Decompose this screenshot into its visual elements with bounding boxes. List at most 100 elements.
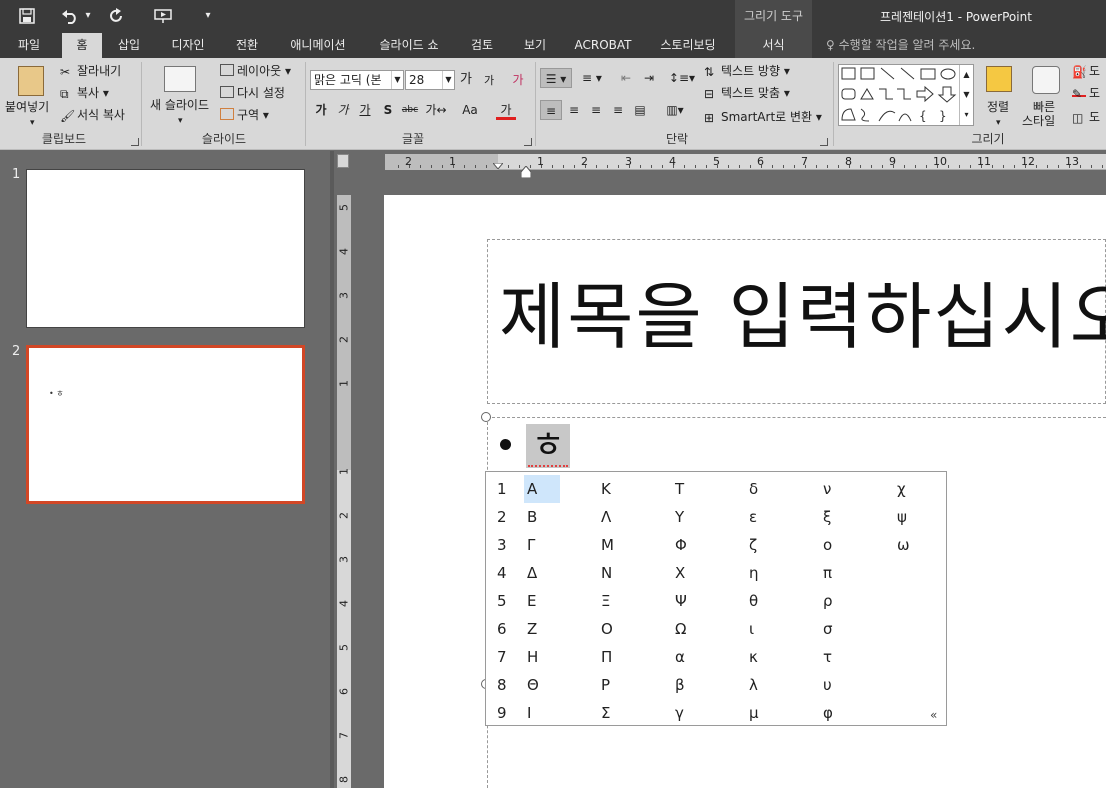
grow-font-button[interactable]: 가	[458, 70, 474, 90]
tab-view[interactable]: 보기	[514, 33, 556, 58]
format-painter-button[interactable]: 🖌 서식 복사	[60, 106, 125, 124]
save-icon[interactable]	[14, 4, 40, 28]
redo-icon[interactable]	[104, 4, 128, 28]
shrink-font-button[interactable]: 가	[482, 71, 496, 91]
candidate-symbol[interactable]: Γ	[524, 531, 560, 559]
convert-smartart-button[interactable]: ⊞ SmartArt로 변환 ▾	[704, 108, 822, 126]
bullets-button[interactable]: ☰ ▾	[540, 68, 572, 88]
columns-button[interactable]: ▥▾	[660, 100, 690, 120]
candidate-symbol[interactable]: φ	[820, 699, 850, 727]
shapes-gallery-scroll[interactable]: ▲ ▼ ▾	[959, 65, 973, 125]
candidate-symbol[interactable]: ν	[820, 475, 850, 503]
ime-composing-character[interactable]: ㅎ	[526, 424, 570, 468]
tab-transitions[interactable]: 전환	[226, 33, 268, 58]
change-case-button[interactable]: Aa	[455, 100, 485, 120]
candidate-symbol[interactable]: χ	[894, 475, 924, 503]
candidate-symbol[interactable]: Μ	[598, 531, 628, 559]
tab-storyboarding[interactable]: 스토리보딩	[650, 33, 726, 58]
candidate-symbol[interactable]: ψ	[894, 503, 924, 531]
candidate-symbol[interactable]: Η	[524, 643, 560, 671]
candidate-symbol[interactable]: Δ	[524, 559, 560, 587]
align-center-icon[interactable]: ≡	[564, 100, 584, 120]
text-direction-button[interactable]: ⇅ 텍스트 방향 ▾	[704, 62, 790, 80]
bold-button[interactable]: 가	[314, 100, 328, 120]
tab-animations[interactable]: 애니메이션	[282, 33, 354, 58]
candidate-symbol[interactable]: Τ	[672, 475, 702, 503]
new-slide-dropdown-icon[interactable]: ▾	[178, 112, 183, 130]
candidate-symbol[interactable]: ω	[894, 531, 924, 559]
candidate-symbol[interactable]: Θ	[524, 671, 560, 699]
candidate-symbol[interactable]: Β	[524, 503, 560, 531]
candidate-symbol[interactable]: Υ	[672, 503, 702, 531]
candidate-symbol[interactable]: Φ	[672, 531, 702, 559]
candidate-symbol[interactable]: Ε	[524, 587, 560, 615]
candidate-symbol[interactable]: ο	[820, 531, 850, 559]
align-right-icon[interactable]: ≡	[586, 100, 606, 120]
tab-design[interactable]: 디자인	[162, 33, 214, 58]
candidate-symbol[interactable]: υ	[820, 671, 850, 699]
slide-thumbnail-2[interactable]: • ㅎ	[26, 345, 305, 504]
paste-icon[interactable]	[18, 66, 44, 96]
candidate-symbol[interactable]: δ	[746, 475, 776, 503]
font-dialog-launcher[interactable]	[524, 138, 532, 146]
present-from-start-icon[interactable]	[150, 4, 178, 28]
align-left-icon[interactable]: ≡	[540, 100, 562, 120]
tab-file[interactable]: 파일	[8, 33, 50, 58]
candidate-symbol[interactable]: μ	[746, 699, 776, 727]
paste-button[interactable]: 붙여넣기	[5, 98, 49, 116]
shape-outline-button[interactable]: ✎ 도	[1072, 84, 1100, 102]
candidate-symbol[interactable]: Α	[524, 475, 560, 503]
candidate-symbol[interactable]: π	[820, 559, 850, 587]
undo-icon[interactable]	[58, 4, 82, 28]
candidate-symbol[interactable]: Λ	[598, 503, 628, 531]
quick-styles-icon[interactable]	[1032, 66, 1060, 94]
text-shadow-button[interactable]: S	[381, 100, 395, 120]
candidate-symbol[interactable]: Ρ	[598, 671, 628, 699]
shape-effects-button[interactable]: ◫ 도	[1072, 108, 1100, 126]
font-name-combo[interactable]: 맑은 고딕 (본 ▼	[310, 70, 404, 90]
tab-review[interactable]: 검토	[462, 33, 502, 58]
candidate-symbol[interactable]: Ν	[598, 559, 628, 587]
clipboard-dialog-launcher[interactable]	[131, 138, 139, 146]
italic-button[interactable]: 가	[336, 100, 350, 120]
distributed-icon[interactable]: ▤	[630, 100, 650, 120]
candidate-symbol[interactable]: Ο	[598, 615, 628, 643]
candidate-symbol[interactable]: λ	[746, 671, 776, 699]
candidate-symbol[interactable]: ζ	[746, 531, 776, 559]
tab-home[interactable]: 홈	[62, 33, 102, 58]
font-name-dropdown-icon[interactable]: ▼	[391, 71, 403, 89]
customize-qat-icon[interactable]: ▾	[200, 4, 216, 28]
candidate-symbol[interactable]: Ζ	[524, 615, 560, 643]
clear-formatting-button[interactable]: 가	[509, 70, 527, 90]
candidate-symbol[interactable]: γ	[672, 699, 702, 727]
section-button[interactable]: 구역 ▾	[220, 106, 269, 124]
candidate-symbol[interactable]: Ψ	[672, 587, 702, 615]
decrease-indent-icon[interactable]: ⇤	[617, 68, 635, 88]
candidate-symbol[interactable]: Σ	[598, 699, 628, 727]
quick-styles-label-2[interactable]: 스타일	[1022, 112, 1055, 130]
tell-me-box[interactable]: ♀ 수행할 작업을 알려 주세요.	[826, 33, 975, 58]
shape-fill-button[interactable]: ⛽ 도	[1072, 62, 1100, 80]
candidate-symbol[interactable]: β	[672, 671, 702, 699]
undo-dropdown-icon[interactable]: ▾	[82, 4, 94, 28]
candidate-symbol[interactable]: Ι	[524, 699, 560, 727]
new-slide-icon[interactable]	[164, 66, 196, 92]
candidate-symbol[interactable]: σ	[820, 615, 850, 643]
tab-stop-selector[interactable]	[337, 154, 349, 168]
first-line-indent-marker[interactable]	[491, 154, 505, 170]
font-size-dropdown-icon[interactable]: ▼	[442, 71, 454, 89]
tab-acrobat[interactable]: ACROBAT	[568, 33, 638, 58]
numbering-button[interactable]: ≡ ▾	[576, 68, 608, 88]
candidate-symbol[interactable]: Κ	[598, 475, 628, 503]
line-spacing-button[interactable]: ↕≡▾	[668, 68, 696, 88]
candidate-symbol[interactable]: ρ	[820, 587, 850, 615]
candidate-symbol[interactable]: η	[746, 559, 776, 587]
copy-button[interactable]: ⧉ 복사 ▾	[60, 84, 109, 102]
candidate-symbol[interactable]: ε	[746, 503, 776, 531]
candidate-symbol[interactable]: κ	[746, 643, 776, 671]
justify-icon[interactable]: ≡	[608, 100, 628, 120]
hanja-conversion-popup[interactable]: 1 2 3 4 5 6 7 8 9 ΑΒΓΔΕΖΗΘΙ ΚΛΜΝΞΟΠΡΣ ΤΥΦΧΨΩαβγ δεζ…	[485, 471, 947, 726]
reset-button[interactable]: 다시 설정	[220, 84, 285, 102]
slide-thumbnail-1[interactable]	[26, 169, 305, 328]
candidate-symbol[interactable]: Ω	[672, 615, 702, 643]
